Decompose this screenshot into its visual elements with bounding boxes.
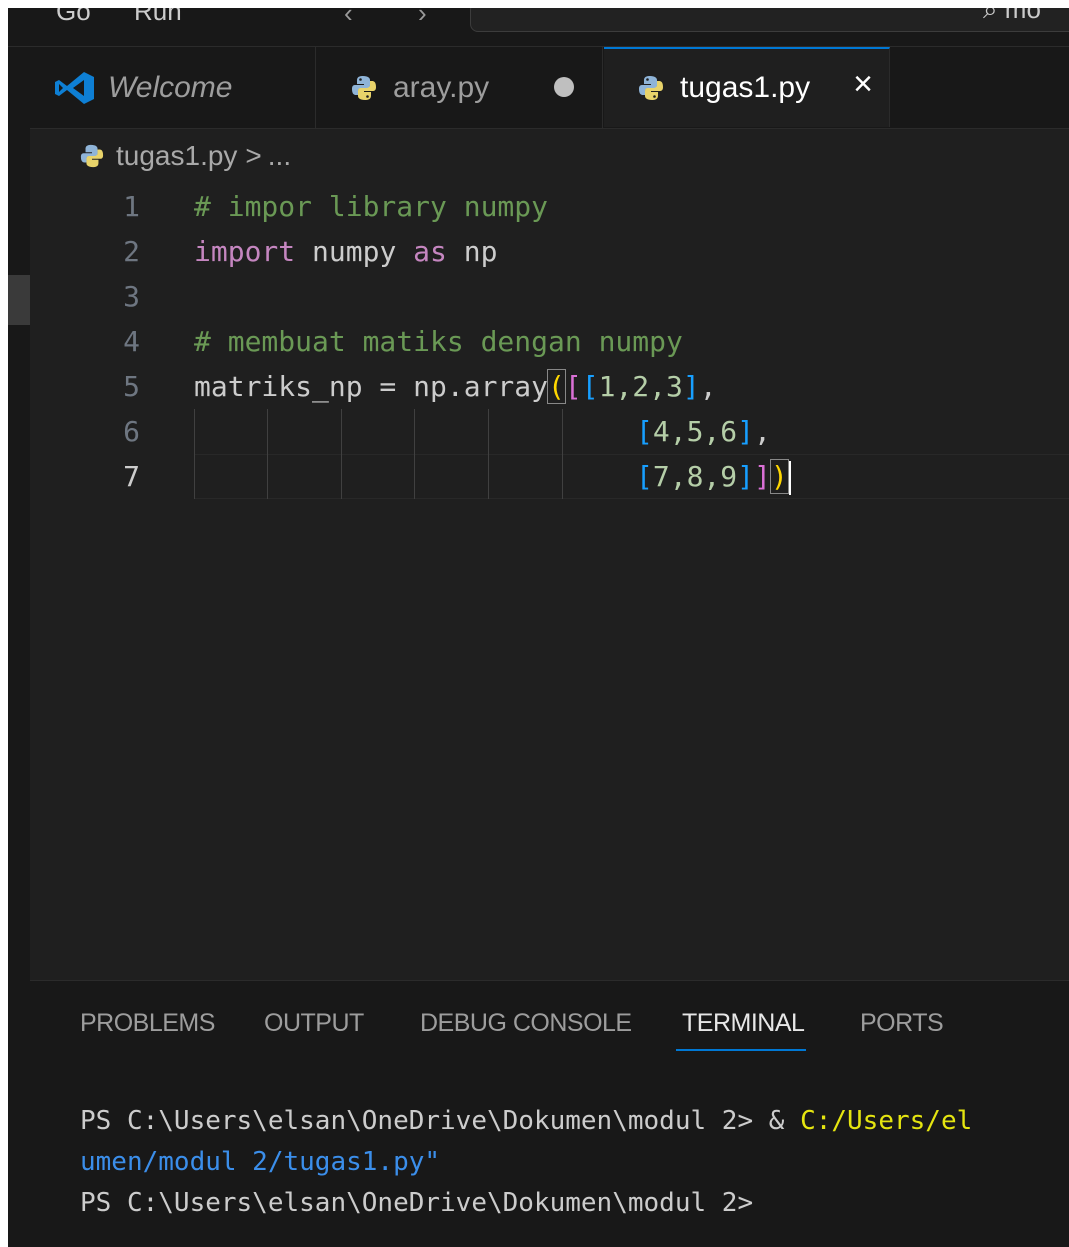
text-cursor — [788, 461, 791, 495]
tab-tugas1-py[interactable]: tugas1.py × — [604, 47, 890, 127]
python-file-icon — [80, 144, 104, 168]
line-number: 1 — [123, 190, 140, 223]
indent-guide — [488, 454, 489, 499]
line-number: 6 — [123, 415, 140, 448]
code-text: import numpy as np — [194, 235, 498, 268]
tab-aray-py-label: aray.py — [393, 70, 490, 104]
menu-run[interactable]: Run — [134, 8, 182, 27]
tab-tugas1-py-label: tugas1.py — [680, 71, 811, 104]
tab-problems[interactable]: PROBLEMS — [80, 1009, 215, 1038]
editor-tab-bar: Welcome aray.py tugas1.py × — [30, 47, 1069, 129]
indent-guide — [341, 409, 342, 454]
current-line-highlight — [194, 454, 1069, 499]
breadcrumb-more[interactable]: ... — [268, 140, 291, 172]
indent-guide — [488, 409, 489, 454]
vscode-logo-icon — [55, 71, 94, 104]
tab-debug-console[interactable]: DEBUG CONSOLE — [420, 1009, 632, 1038]
code-text: [7,8,9]]) — [636, 454, 791, 499]
terminal-output[interactable]: PS C:\Users\elsan\OneDrive\Dokumen\modul… — [80, 1101, 972, 1224]
python-file-icon — [639, 76, 663, 100]
bottom-panel: PROBLEMS OUTPUT DEBUG CONSOLE TERMINAL P… — [30, 980, 1069, 1247]
breadcrumb-file[interactable]: tugas1.py — [116, 140, 237, 172]
indent-guide — [194, 454, 195, 499]
code-text: [4,5,6], — [636, 415, 771, 448]
code-line: 2 import numpy as np — [30, 229, 1069, 274]
tab-welcome[interactable]: Welcome — [30, 47, 316, 128]
comment-text: # membuat matiks dengan numpy — [194, 325, 683, 358]
breadcrumb-separator: > — [245, 140, 262, 171]
code-line: 5 matriks_np = np.array([[1,2,3], — [30, 364, 1069, 409]
command-center[interactable] — [470, 8, 1069, 32]
indent-guide — [562, 409, 563, 454]
indent-guide — [341, 454, 342, 499]
command-center-text[interactable]: ⌕ mo — [983, 8, 1041, 26]
code-text: matriks_np = np.array([[1,2,3], — [194, 369, 717, 404]
indent-guide — [562, 454, 563, 499]
code-line: 6 [4,5,6], — [30, 409, 1069, 454]
indent-guide — [194, 409, 195, 454]
indent-guide — [414, 454, 415, 499]
vscode-window: Go Run ‹ › ⌕ mo Welcome aray.py tugas1.p… — [8, 8, 1069, 1247]
close-icon[interactable]: × — [853, 65, 873, 104]
activity-bar — [8, 47, 30, 1247]
terminal-prompt: PS C:\Users\elsan\OneDrive\Dokumen\modul… — [80, 1188, 754, 1218]
line-number: 2 — [123, 235, 140, 268]
forward-arrow-icon[interactable]: › — [418, 8, 427, 29]
code-line: 1 # impor library numpy — [30, 184, 1069, 229]
indent-guide — [267, 409, 268, 454]
indent-guide — [267, 454, 268, 499]
comment-text: # impor library numpy — [194, 190, 549, 223]
indent-guide — [414, 409, 415, 454]
line-number: 4 — [123, 325, 140, 358]
back-arrow-icon[interactable]: ‹ — [344, 8, 353, 29]
terminal-line: PS C:\Users\elsan\OneDrive\Dokumen\modul… — [80, 1106, 973, 1136]
python-file-icon — [352, 75, 376, 100]
menu-bar: Go Run ‹ › ⌕ mo — [8, 8, 1069, 47]
code-editor[interactable]: 1 # impor library numpy 2 import numpy a… — [30, 180, 1069, 980]
terminal-line: umen/modul 2/tugas1.py" — [80, 1147, 441, 1177]
tab-ports[interactable]: PORTS — [860, 1009, 944, 1038]
line-number: 7 — [123, 460, 140, 493]
tab-aray-py[interactable]: aray.py — [317, 47, 603, 128]
code-line-current: 7 [7,8,9]]) — [30, 454, 1069, 499]
tab-output[interactable]: OUTPUT — [264, 1009, 364, 1038]
unsaved-dot-icon[interactable] — [554, 77, 574, 97]
breadcrumb: tugas1.py > ... — [80, 136, 291, 176]
code-line: 4 # membuat matiks dengan numpy — [30, 319, 1069, 364]
code-line: 3 — [30, 274, 1069, 319]
tab-terminal[interactable]: TERMINAL — [682, 1009, 805, 1038]
activity-indicator[interactable] — [8, 275, 30, 325]
menu-go[interactable]: Go — [56, 8, 91, 27]
tab-welcome-label: Welcome — [108, 70, 233, 104]
line-number: 5 — [123, 370, 140, 403]
active-tab-indicator — [676, 1049, 806, 1051]
line-number: 3 — [123, 280, 140, 313]
